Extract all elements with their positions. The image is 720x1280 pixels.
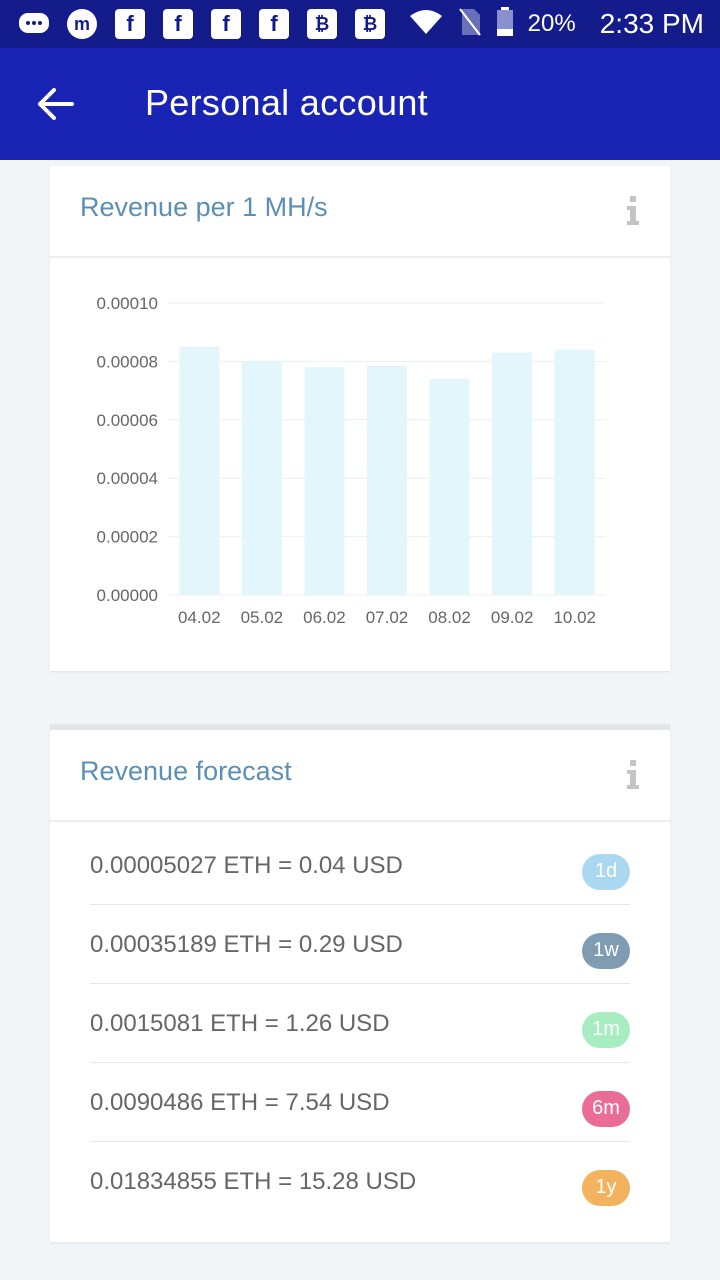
forecast-value: 0.01834855 ETH = 15.28 USD xyxy=(90,1168,417,1195)
notification-icons: m f f f f ₿ ₿ xyxy=(18,8,386,40)
forecast-row: 0.00035189 ETH = 0.29 USD 1w xyxy=(90,905,630,984)
back-arrow-icon[interactable] xyxy=(36,84,76,124)
chart-bar[interactable] xyxy=(304,367,345,595)
x-tick-label: 08.02 xyxy=(428,608,471,627)
chart-bar[interactable] xyxy=(179,346,220,595)
y-tick-label: 0.00006 xyxy=(97,411,158,430)
y-tick-label: 0.00002 xyxy=(97,528,158,547)
x-tick-label: 04.02 xyxy=(178,608,221,627)
battery-icon xyxy=(496,7,514,41)
card-title: Revenue forecast xyxy=(80,756,292,786)
x-tick-label: 07.02 xyxy=(366,608,409,627)
period-badge: 1y xyxy=(582,1170,630,1206)
svg-text:m: m xyxy=(74,14,90,34)
bitcoin-icon: ₿ xyxy=(354,8,386,40)
x-tick-label: 10.02 xyxy=(553,608,596,627)
y-tick-label: 0.00004 xyxy=(97,469,158,488)
battery-percent: 20% xyxy=(527,10,576,37)
period-badge: 1m xyxy=(582,1012,630,1048)
forecast-value: 0.0015081 ETH = 1.26 USD xyxy=(90,1010,390,1037)
status-bar: m f f f f ₿ ₿ 20% 2:33 PM xyxy=(0,0,720,48)
no-sim-icon xyxy=(458,7,482,41)
card-header: Revenue per 1 MH/s xyxy=(50,166,670,258)
forecast-value: 0.0090486 ETH = 7.54 USD xyxy=(90,1089,390,1116)
bitcoin-icon: ₿ xyxy=(306,8,338,40)
forecast-list: 0.00005027 ETH = 0.04 USD 1d 0.00035189 … xyxy=(90,826,630,1220)
messages-icon xyxy=(18,8,50,40)
period-badge: 1w xyxy=(582,933,630,969)
chart-bar[interactable] xyxy=(492,352,533,595)
y-tick-label: 0.00000 xyxy=(97,586,158,605)
clock: 2:33 PM xyxy=(599,8,704,39)
info-icon[interactable] xyxy=(626,196,640,226)
x-tick-label: 09.02 xyxy=(491,608,534,627)
x-tick-label: 06.02 xyxy=(303,608,346,627)
chart-bar[interactable] xyxy=(429,378,470,595)
y-tick-label: 0.00008 xyxy=(97,352,158,371)
revenue-forecast-card: Revenue forecast 0.00005027 ETH = 0.04 U… xyxy=(50,724,670,1242)
facebook-icon: f xyxy=(210,8,242,40)
chart-bar[interactable] xyxy=(241,361,282,595)
revenue-chart-card: Revenue per 1 MH/s 0.00000 0.00002 0.00004… xyxy=(50,166,670,671)
wifi-icon xyxy=(408,8,444,40)
facebook-icon: f xyxy=(258,8,290,40)
facebook-icon: f xyxy=(114,8,146,40)
forecast-row: 0.0015081 ETH = 1.26 USD 1m xyxy=(90,984,630,1063)
x-tick-label: 05.02 xyxy=(241,608,284,627)
chart-bar[interactable] xyxy=(367,365,407,595)
card-header: Revenue forecast xyxy=(50,730,670,822)
chart-bar[interactable] xyxy=(554,349,595,595)
forecast-row: 0.0090486 ETH = 7.54 USD 6m xyxy=(90,1063,630,1142)
app-m-icon: m xyxy=(66,8,98,40)
app-bar: Personal account xyxy=(0,48,720,160)
page-title: Personal account xyxy=(145,82,428,123)
revenue-bar-chart: 0.00000 0.00002 0.00004 0.00006 0.00008 0.000… xyxy=(97,294,606,627)
y-tick-label: 0.00010 xyxy=(97,294,158,313)
info-icon[interactable] xyxy=(626,760,640,790)
period-badge: 1d xyxy=(582,854,630,890)
card-title: Revenue per 1 MH/s xyxy=(80,192,328,222)
forecast-value: 0.00005027 ETH = 0.04 USD xyxy=(90,852,403,879)
period-badge: 6m xyxy=(582,1091,630,1127)
forecast-row: 0.01834855 ETH = 15.28 USD 1y xyxy=(90,1142,630,1220)
forecast-value: 0.00035189 ETH = 0.29 USD xyxy=(90,931,403,958)
facebook-icon: f xyxy=(162,8,194,40)
forecast-row: 0.00005027 ETH = 0.04 USD 1d xyxy=(90,826,630,905)
